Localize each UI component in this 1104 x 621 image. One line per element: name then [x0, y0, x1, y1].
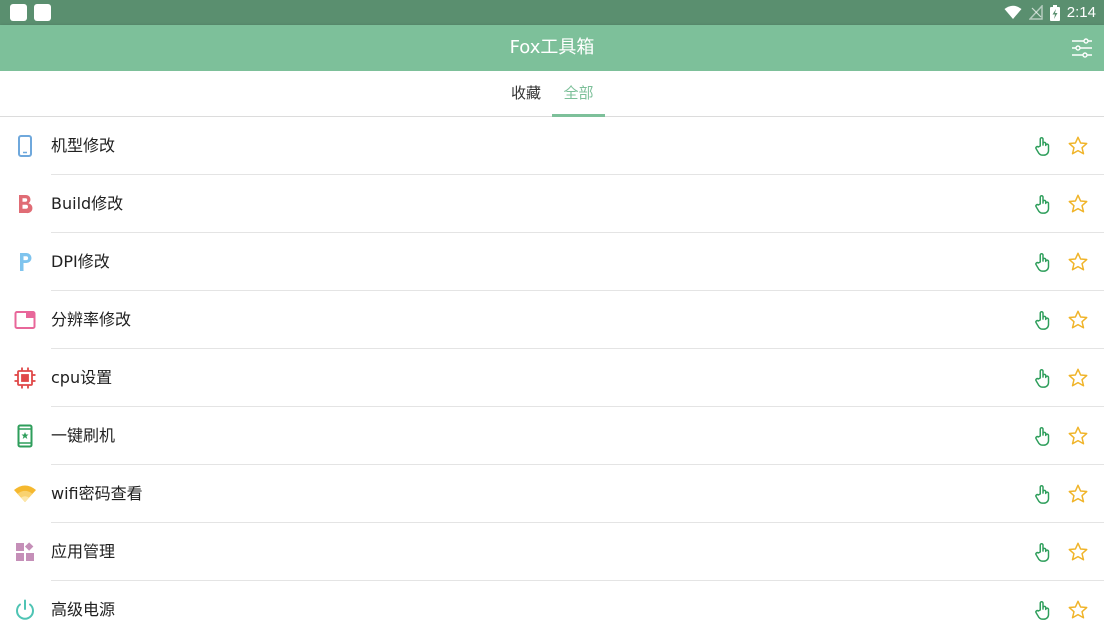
star-outline-icon	[1068, 310, 1088, 329]
tool-label: 分辨率修改	[51, 310, 132, 329]
run-button[interactable]	[1032, 483, 1054, 505]
tool-label: cpu设置	[51, 368, 113, 387]
list-item-wifi[interactable]: wifi密码查看	[0, 465, 1104, 523]
list-item-dpi[interactable]: DPI修改	[0, 233, 1104, 291]
star-outline-icon	[1068, 426, 1088, 445]
favorite-button[interactable]	[1067, 541, 1089, 563]
list-item-apps[interactable]: 应用管理	[0, 523, 1104, 581]
battery-charging-icon	[1049, 4, 1060, 21]
star-outline-icon	[1068, 194, 1088, 213]
run-button[interactable]	[1032, 193, 1054, 215]
run-button[interactable]	[1032, 309, 1054, 331]
touch-icon	[1035, 543, 1050, 562]
favorite-button[interactable]	[1067, 483, 1089, 505]
notification-icon	[10, 4, 27, 21]
wifi-icon	[13, 482, 37, 506]
tool-list: 机型修改 Build修改 DPI修改 分辨率修改 cpu设置 一键刷机 wifi…	[0, 117, 1104, 621]
tab-bar: 收藏 全部	[0, 71, 1104, 117]
favorite-button[interactable]	[1067, 599, 1089, 621]
run-button[interactable]	[1032, 251, 1054, 273]
clock: 2:14	[1066, 4, 1096, 21]
touch-icon	[1035, 427, 1050, 446]
cell-signal-icon	[1028, 5, 1043, 20]
letter-p-icon	[13, 250, 37, 274]
list-item-power[interactable]: 高级电源	[0, 581, 1104, 621]
letter-b-icon	[13, 192, 37, 216]
touch-icon	[1035, 253, 1050, 272]
favorite-button[interactable]	[1067, 309, 1089, 331]
cpu-chip-icon	[13, 366, 37, 390]
run-button[interactable]	[1032, 425, 1054, 447]
list-item-flash[interactable]: 一键刷机	[0, 407, 1104, 465]
favorite-button[interactable]	[1067, 135, 1089, 157]
touch-icon	[1035, 311, 1050, 330]
window-icon	[13, 308, 37, 332]
list-item-cpu[interactable]: cpu设置	[0, 349, 1104, 407]
favorite-button[interactable]	[1067, 251, 1089, 273]
run-button[interactable]	[1032, 135, 1054, 157]
sliders-icon	[1072, 38, 1092, 58]
touch-icon	[1035, 137, 1050, 156]
phone-flash-icon	[13, 424, 37, 448]
status-bar: 2:14	[0, 0, 1104, 25]
phone-icon	[13, 134, 37, 158]
star-outline-icon	[1068, 542, 1088, 561]
star-outline-icon	[1068, 368, 1088, 387]
star-outline-icon	[1068, 484, 1088, 503]
star-outline-icon	[1068, 136, 1088, 155]
tool-label: wifi密码查看	[51, 484, 143, 503]
favorite-button[interactable]	[1067, 367, 1089, 389]
favorite-button[interactable]	[1067, 425, 1089, 447]
power-icon	[13, 598, 37, 621]
touch-icon	[1035, 369, 1050, 388]
touch-icon	[1035, 601, 1050, 620]
app-bar: Fox工具箱	[0, 25, 1104, 71]
tool-label: 机型修改	[51, 136, 116, 155]
run-button[interactable]	[1032, 599, 1054, 621]
notification-icon	[34, 4, 51, 21]
run-button[interactable]	[1032, 367, 1054, 389]
tool-label: 一键刷机	[51, 426, 116, 445]
settings-button[interactable]	[1070, 36, 1094, 60]
tab-all[interactable]: 全部	[552, 71, 605, 117]
tool-label: 高级电源	[51, 600, 116, 619]
star-outline-icon	[1068, 252, 1088, 271]
notification-icons	[10, 4, 51, 21]
list-item-resolution[interactable]: 分辨率修改	[0, 291, 1104, 349]
tool-label: 应用管理	[51, 542, 116, 561]
touch-icon	[1035, 195, 1050, 214]
app-grid-icon	[13, 540, 37, 564]
status-icons: 2:14	[1004, 3, 1096, 22]
list-item-model[interactable]: 机型修改	[0, 117, 1104, 175]
run-button[interactable]	[1032, 541, 1054, 563]
list-item-build[interactable]: Build修改	[0, 175, 1104, 233]
star-outline-icon	[1068, 600, 1088, 619]
tool-label: Build修改	[51, 194, 124, 213]
touch-icon	[1035, 485, 1050, 504]
tab-favorites[interactable]: 收藏	[500, 71, 552, 117]
app-title: Fox工具箱	[509, 37, 595, 58]
favorite-button[interactable]	[1067, 193, 1089, 215]
tool-label: DPI修改	[51, 252, 110, 271]
wifi-signal-icon	[1004, 5, 1022, 19]
